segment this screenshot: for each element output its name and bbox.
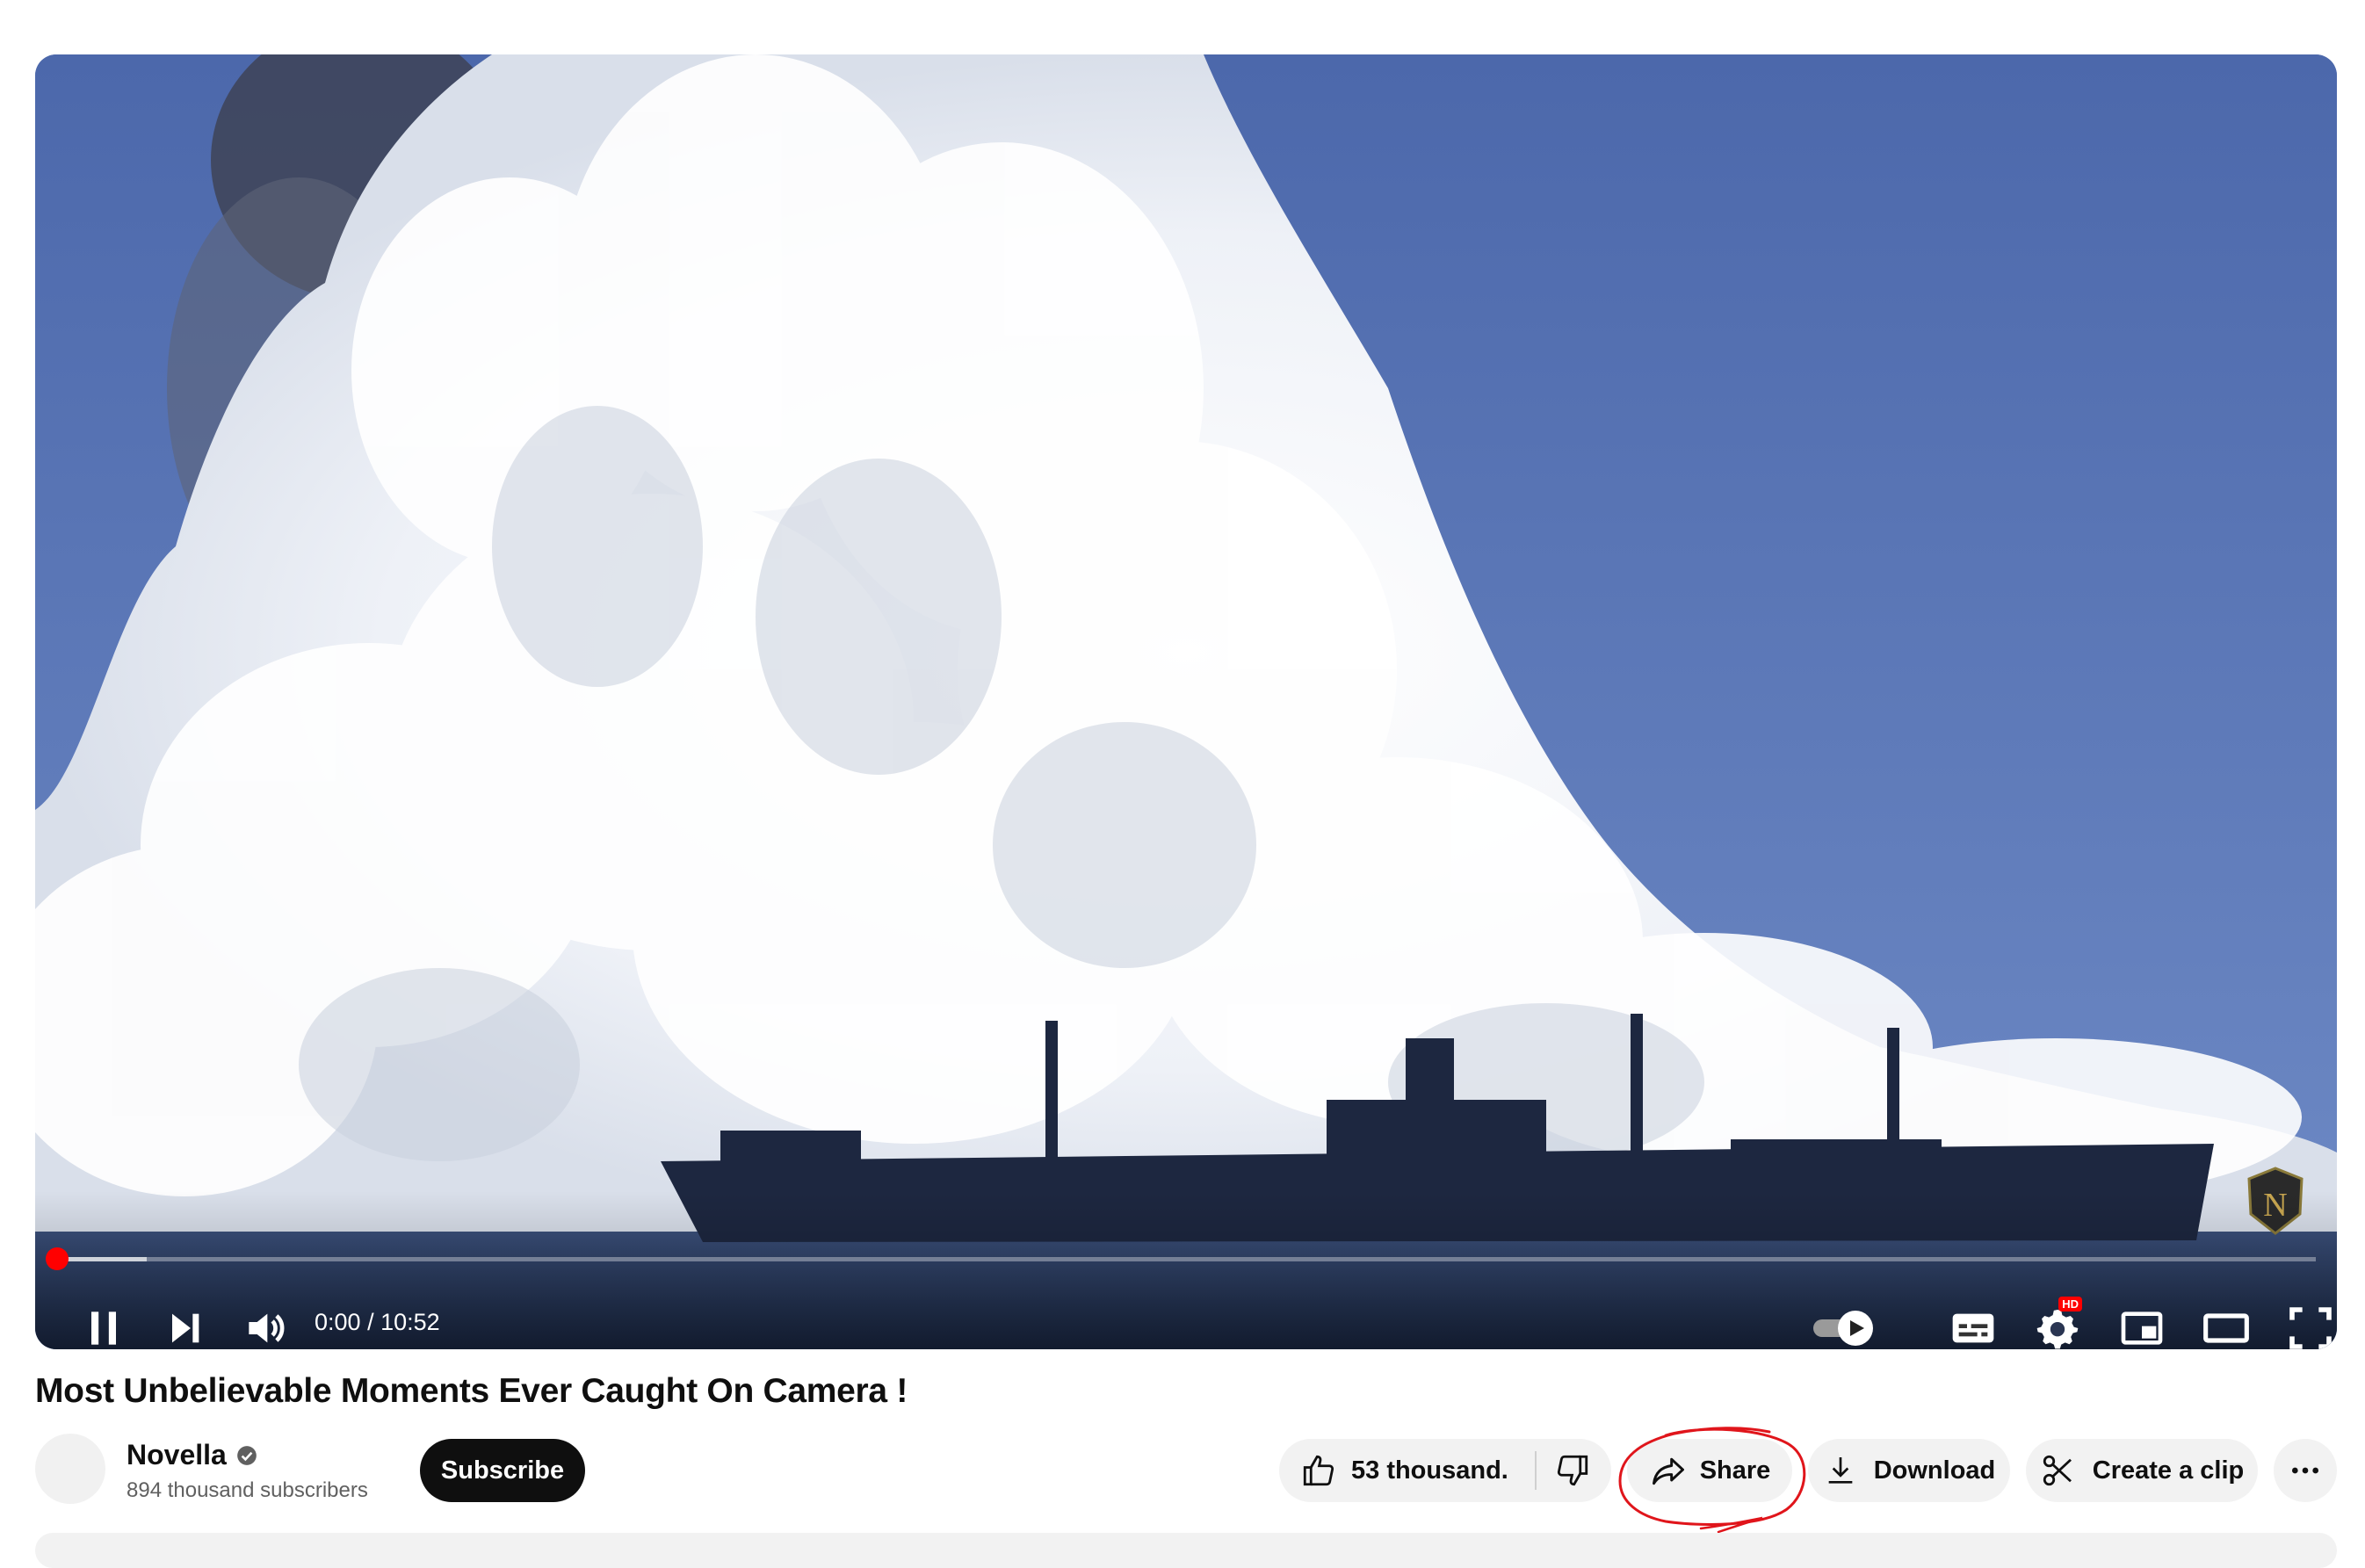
verified-check-icon xyxy=(236,1445,257,1465)
create-clip-button[interactable]: Create a clip xyxy=(2026,1439,2258,1502)
thumbs-up-icon xyxy=(1303,1455,1334,1486)
next-icon xyxy=(172,1313,199,1343)
autoplay-toggle[interactable] xyxy=(1810,1300,1877,1349)
theater-mode-icon xyxy=(2203,1313,2249,1343)
time-total: 10:52 xyxy=(380,1309,440,1335)
more-horizontal-icon xyxy=(2292,1467,2318,1474)
like-dislike-group: 53 thousand. xyxy=(1279,1439,1611,1502)
download-label: Download xyxy=(1873,1456,1996,1485)
more-actions-button[interactable] xyxy=(2274,1439,2337,1502)
fullscreen-icon xyxy=(2289,1307,2332,1349)
share-button[interactable]: Share xyxy=(1627,1439,1792,1502)
video-player[interactable]: N 0:00 / 10:52 HD xyxy=(35,54,2337,1349)
like-count: 53 thousand. xyxy=(1351,1456,1508,1485)
thumbs-down-icon xyxy=(1557,1455,1588,1486)
subtitles-button[interactable] xyxy=(1949,1300,1998,1349)
autoplay-toggle-icon xyxy=(1813,1311,1873,1346)
subscribe-button[interactable]: Subscribe xyxy=(420,1439,585,1502)
settings-button[interactable]: HD xyxy=(2033,1297,2082,1349)
buffered-progress xyxy=(56,1257,147,1261)
miniplayer-button[interactable] xyxy=(2117,1300,2166,1349)
fullscreen-button[interactable] xyxy=(2286,1300,2335,1349)
subscriber-count: 894 thousand subscribers xyxy=(127,1478,368,1502)
volume-button[interactable] xyxy=(241,1300,290,1349)
download-button[interactable]: Download xyxy=(1808,1439,2010,1502)
volume-icon xyxy=(249,1313,285,1343)
description-box[interactable] xyxy=(35,1533,2337,1568)
channel-name[interactable]: Novella xyxy=(127,1439,227,1471)
pause-icon xyxy=(91,1311,116,1345)
time-current: 0:00 xyxy=(315,1309,361,1335)
time-display: 0:00 / 10:52 xyxy=(315,1309,440,1336)
subtitles-icon xyxy=(1952,1313,1994,1343)
channel-name-row[interactable]: Novella xyxy=(127,1439,258,1471)
miniplayer-icon xyxy=(2121,1311,2163,1345)
hd-badge: HD xyxy=(2058,1297,2082,1311)
scissors-icon xyxy=(2043,1455,2072,1486)
next-video-button[interactable] xyxy=(160,1300,209,1349)
create-clip-label: Create a clip xyxy=(2092,1456,2245,1485)
channel-avatar[interactable] xyxy=(35,1434,105,1504)
share-icon xyxy=(1652,1457,1684,1485)
share-label: Share xyxy=(1699,1456,1771,1485)
like-button[interactable]: 53 thousand. xyxy=(1279,1439,1508,1502)
time-separator: / xyxy=(360,1309,381,1335)
video-frame[interactable]: N xyxy=(35,54,2337,1349)
theater-mode-button[interactable] xyxy=(2202,1300,2251,1349)
progress-bar[interactable] xyxy=(56,1257,2316,1261)
download-icon xyxy=(1828,1457,1853,1484)
dislike-button[interactable] xyxy=(1537,1439,1609,1502)
progress-scrubber[interactable] xyxy=(46,1247,69,1270)
pause-button[interactable] xyxy=(79,1300,128,1349)
video-title: Most Unbelievable Moments Ever Caught On… xyxy=(35,1372,908,1410)
